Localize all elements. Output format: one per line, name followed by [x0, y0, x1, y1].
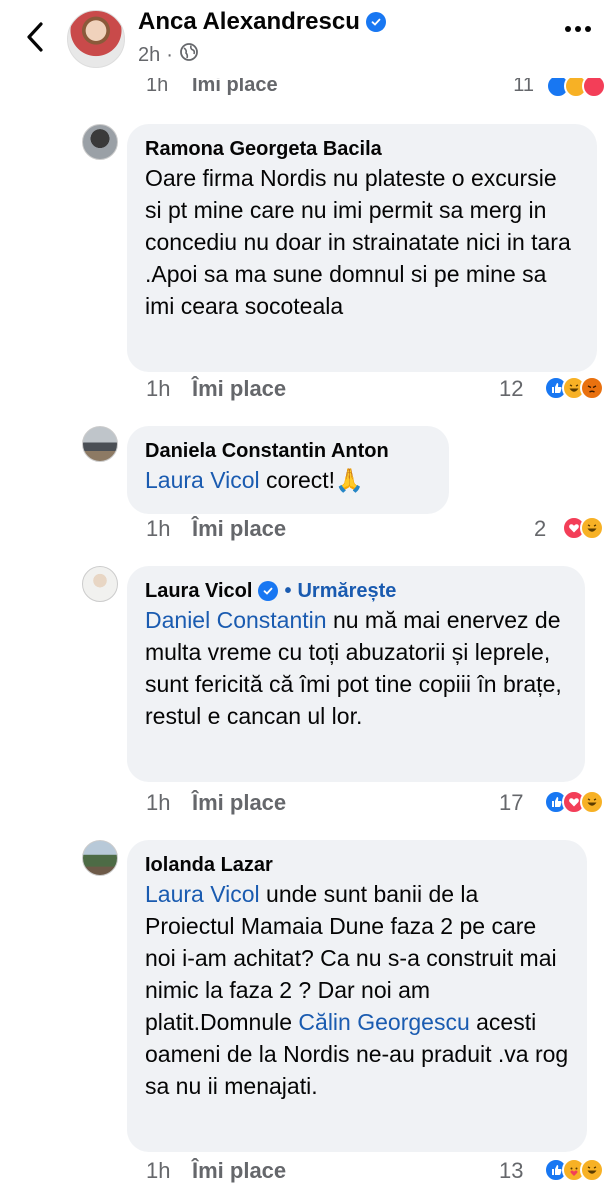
like-button[interactable]: Îmi place	[192, 1158, 286, 1184]
reaction-count[interactable]: 13	[499, 1158, 523, 1184]
commenter-name[interactable]: Iolanda Lazar	[145, 852, 569, 878]
comment-time[interactable]: 1h	[146, 790, 170, 816]
reaction-icons[interactable]	[544, 376, 604, 400]
more-dots-icon[interactable]	[565, 26, 591, 32]
reaction-icons[interactable]	[544, 1158, 604, 1182]
commenter-name[interactable]: Ramona Georgeta Bacila	[145, 136, 579, 162]
commenter-avatar[interactable]	[82, 426, 118, 462]
meta-separator: ·	[166, 43, 173, 66]
mention-link[interactable]: Laura Vicol	[145, 467, 260, 493]
comment-text-body: corect!🙏	[259, 467, 364, 493]
like-button[interactable]: Îmi place	[192, 790, 286, 816]
author-name[interactable]: Anca Alexandrescu	[138, 8, 360, 36]
post-time[interactable]: 2h	[138, 44, 160, 67]
haha-reaction-icon	[580, 1158, 604, 1182]
comment-text: Laura Vicol unde sunt banii de la Proiec…	[145, 878, 569, 1102]
comment-actions: 1h Îmi place 12	[146, 376, 606, 408]
mention-link[interactable]: Laura Vicol	[145, 881, 260, 907]
reaction-icons[interactable]	[544, 790, 604, 814]
comment-bubble[interactable]: Daniela Constantin Anton Laura Vicol cor…	[127, 426, 449, 514]
author-name-row[interactable]: Anca Alexandrescu	[138, 8, 386, 36]
reaction-icons[interactable]	[562, 516, 604, 540]
comment-time[interactable]: 1h	[146, 1158, 170, 1184]
comment-actions: 1h Îmi place 2	[146, 516, 606, 548]
reaction-count[interactable]: 2	[534, 516, 546, 542]
comment-text: Daniel Constantin nu mă mai enervez de m…	[145, 604, 567, 732]
post-header: Anca Alexandrescu 2h ·	[0, 0, 613, 78]
post-meta: 2h ·	[138, 42, 199, 68]
comment-actions: 1h Îmi place 17	[146, 790, 606, 822]
globe-icon	[179, 42, 199, 68]
author-avatar[interactable]	[67, 10, 125, 68]
commenter-avatar[interactable]	[82, 566, 118, 602]
reaction-count[interactable]: 12	[499, 376, 523, 402]
reaction-count[interactable]: 17	[499, 790, 523, 816]
verified-badge-icon	[365, 12, 386, 32]
comment-time[interactable]: 1h	[146, 516, 170, 542]
haha-reaction-icon	[580, 790, 604, 814]
mention-link[interactable]: Daniel Constantin	[145, 607, 327, 633]
follow-button[interactable]: Urmărește	[297, 578, 396, 604]
mention-link[interactable]: Călin Georgescu	[298, 1009, 469, 1035]
comment-text: Laura Vicol corect!🙏	[145, 464, 431, 496]
like-button[interactable]: Îmi place	[192, 376, 286, 402]
separator-dot: •	[284, 580, 292, 602]
comment-bubble[interactable]: Ramona Georgeta Bacila Oare firma Nordis…	[127, 124, 597, 372]
verified-badge-icon	[258, 581, 279, 601]
comment-bubble[interactable]: Laura Vicol • Urmărește Daniel Constanti…	[127, 566, 585, 782]
haha-reaction-icon	[580, 516, 604, 540]
commenter-name-row: Laura Vicol • Urmărește	[145, 578, 567, 604]
back-chevron-icon[interactable]	[20, 20, 50, 54]
comment-actions: 1h Îmi place 13	[146, 1158, 606, 1190]
commenter-avatar[interactable]	[82, 124, 118, 160]
comment-time[interactable]: 1h	[146, 376, 170, 402]
commenter-name[interactable]: Daniela Constantin Anton	[145, 438, 431, 464]
commenter-avatar[interactable]	[82, 840, 118, 876]
comment-text: Oare firma Nordis nu plateste o excursie…	[145, 165, 571, 319]
comment-bubble[interactable]: Iolanda Lazar Laura Vicol unde sunt bani…	[127, 840, 587, 1152]
angry-reaction-icon	[580, 376, 604, 400]
like-button[interactable]: Îmi place	[192, 516, 286, 542]
commenter-name[interactable]: Laura Vicol	[145, 578, 252, 604]
